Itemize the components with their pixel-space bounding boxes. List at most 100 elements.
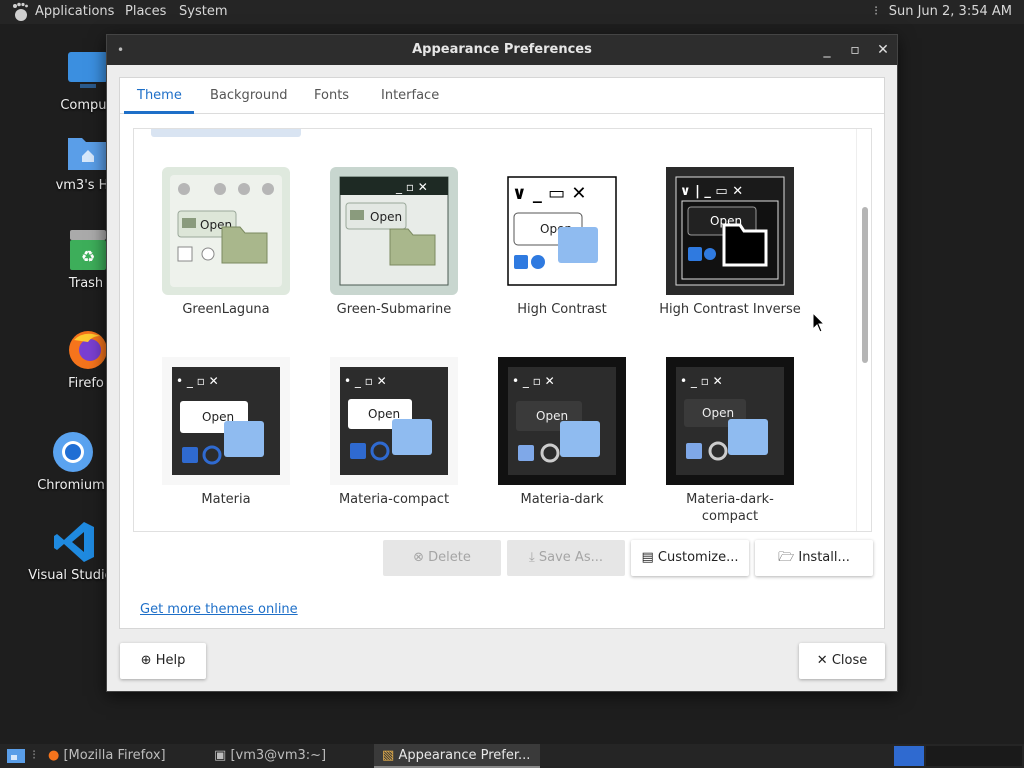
customize-label: Customize... [657,550,739,565]
theme-materia[interactable]: • _ ▫ ✕ Open Materia [142,355,310,527]
install-label: Install... [798,550,850,565]
help-label: Help [155,653,186,668]
theme-high-contrast[interactable]: ∨ _ ▭ ✕ Open High Contrast [478,165,646,337]
content-panel: Theme Background Fonts Interface Open Gr… [119,77,885,629]
save-as-button[interactable]: ⤓ Save As... [507,540,625,576]
help-button[interactable]: ⊕ Help [120,643,206,679]
close-button[interactable]: ✕ Close [799,643,885,679]
task-appearance[interactable]: ▧ Appearance Prefer... [374,744,540,768]
task-firefox[interactable]: ● [Mozilla Firefox] [48,744,208,768]
theme-green-submarine[interactable]: _ ▫ ✕ Open Green-Submarine [310,165,478,337]
install-button[interactable]: 🗁 Install... [755,540,873,576]
maximize-icon[interactable]: ▫ [845,40,865,60]
task-label: [Mozilla Firefox] [63,748,166,763]
tab-background[interactable]: Background [210,88,288,103]
theme-preview: • _ ▫ ✕ Open [162,357,290,485]
close-label: Close [831,653,868,668]
svg-text:• _ ▫ ✕: • _ ▫ ✕ [344,374,387,388]
workspace-2[interactable] [926,746,1022,766]
theme-preview: Open [162,167,290,295]
folder-open-icon: 🗁 [778,550,795,565]
minimize-icon[interactable]: _ [817,40,837,60]
appearance-icon: ▧ [382,748,395,763]
theme-preview: ∨ _ ▭ ✕ Open [507,176,617,286]
theme-materia-dark[interactable]: • _ ▫ ✕ Open Materia-dark [478,355,646,527]
titlebar[interactable]: • Appearance Preferences _ ▫ ✕ [107,35,897,65]
task-label: [vm3@vm3:~] [230,748,327,763]
vertical-scrollbar[interactable] [856,129,871,531]
download-icon: ⤓ [529,550,535,565]
top-panel: Applications Places System ⁝ Sun Jun 2, … [0,0,1024,24]
theme-high-contrast-inverse[interactable]: ∨ | _ ▭ ✕ Open High Contrast Inverse [646,165,814,337]
theme-preview: • _ ▫ ✕ Open [498,357,626,485]
theme-name: Materia [201,492,251,507]
document-icon: ▤ [641,550,654,565]
theme-name: High Contrast Inverse [659,302,801,317]
theme-name: Materia-dark-compact [686,492,774,524]
get-more-themes-link[interactable]: Get more themes online [140,602,298,617]
trash-icon: ♻ [70,230,106,270]
menu-applications[interactable]: Applications [35,4,114,19]
svg-text:Open: Open [702,406,734,420]
svg-text:• _ ▫ ✕: • _ ▫ ✕ [512,374,555,388]
menu-places[interactable]: Places [125,4,166,19]
svg-text:_ ▫ ✕: _ ▫ ✕ [395,180,428,194]
theme-list[interactable]: Open GreenLaguna _ ▫ ✕ Open Green-Submar… [133,128,872,532]
theme-greenlaguna[interactable]: Open GreenLaguna [142,165,310,337]
tab-interface[interactable]: Interface [381,88,439,103]
scrollbar-thumb[interactable] [862,207,868,363]
svg-text:Open: Open [536,409,568,423]
theme-materia-dark-compact[interactable]: • _ ▫ ✕ Open Materia-dark-compact [646,355,814,527]
terminal-icon: ▣ [214,748,227,763]
window-title: Appearance Preferences [412,42,592,57]
clock[interactable]: Sun Jun 2, 3:54 AM [889,4,1012,19]
theme-materia-compact[interactable]: • _ ▫ ✕ Open Materia-compact [310,355,478,527]
workspace-1[interactable] [894,746,924,766]
svg-text:• _ ▫ ✕: • _ ▫ ✕ [680,374,723,388]
previous-selection-edge [151,129,301,137]
svg-text:∨ | _ ▭ ✕: ∨ | _ ▭ ✕ [680,184,743,199]
panel-handle-icon: ⁝ [874,4,879,19]
theme-preview: _ ▫ ✕ Open [330,167,458,295]
delete-label: Delete [428,550,471,565]
close-window-icon[interactable]: ✕ [873,40,893,60]
theme-name: GreenLaguna [182,302,270,317]
svg-text:∨ _ ▭ ✕: ∨ _ ▭ ✕ [512,183,587,204]
panel-handle-icon: ⁝ [32,748,37,763]
firefox-icon [69,331,107,369]
show-desktop-icon[interactable] [6,747,26,765]
vscode-icon [54,522,94,562]
svg-text:Open: Open [368,407,400,421]
delete-button[interactable]: ⊗ Delete [383,540,501,576]
menu-system[interactable]: System [179,4,227,19]
close-icon: ✕ [816,653,828,668]
theme-preview: • _ ▫ ✕ Open [330,357,458,485]
svg-text:Open: Open [370,210,402,224]
active-tab-indicator [124,111,194,114]
mouse-cursor-icon [812,312,826,333]
computer-icon [68,52,108,88]
appearance-preferences-window: • Appearance Preferences _ ▫ ✕ Theme Bac… [106,34,898,692]
task-terminal[interactable]: ▣ [vm3@vm3:~] [214,744,374,768]
chromium-icon [53,432,93,472]
tab-bar: Theme Background Fonts Interface [120,78,884,114]
bottom-panel: ⁝ ● [Mozilla Firefox] ▣ [vm3@vm3:~] ▧ Ap… [0,744,1024,768]
theme-name: Materia-dark [520,492,604,507]
customize-button[interactable]: ▤ Customize... [631,540,749,576]
tab-fonts[interactable]: Fonts [314,88,349,103]
theme-name: Materia-compact [338,492,450,507]
task-label: Appearance Prefer... [398,748,531,763]
theme-preview: ∨ | _ ▭ ✕ Open [666,167,794,295]
gnome-foot-icon[interactable] [10,2,30,22]
save-as-label: Save As... [538,550,603,565]
svg-text:• _ ▫ ✕: • _ ▫ ✕ [176,374,219,388]
theme-name: Green-Submarine [336,302,452,317]
theme-name: High Contrast [517,302,607,317]
theme-preview: • _ ▫ ✕ Open [666,357,794,485]
delete-icon: ⊗ [413,550,425,565]
home-folder-icon [68,138,108,170]
help-icon: ⊕ [140,653,152,668]
svg-text:♻: ♻ [81,247,95,266]
tab-theme[interactable]: Theme [137,88,182,103]
firefox-icon: ● [48,748,60,763]
